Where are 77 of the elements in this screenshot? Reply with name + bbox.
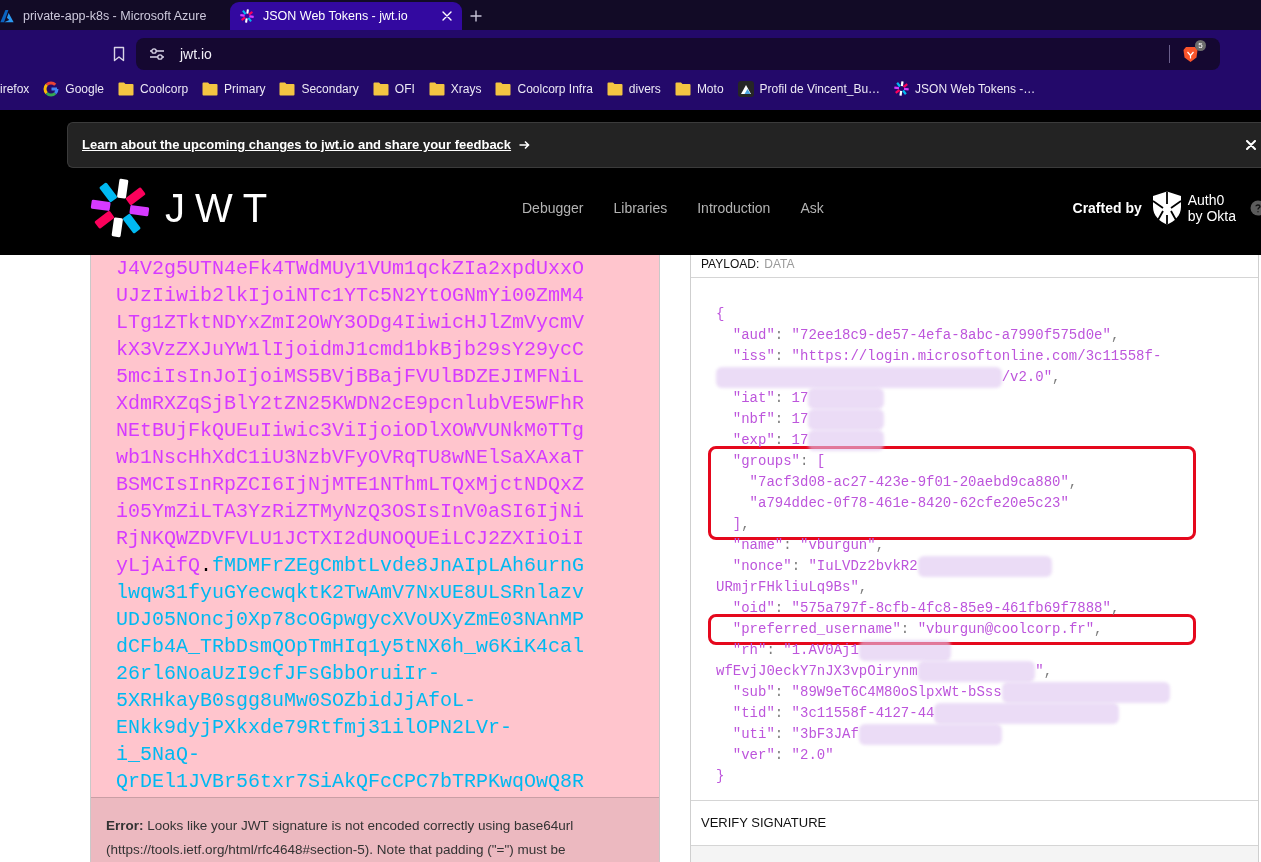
code-line: "exp": 17	[731, 431, 809, 450]
code-line: "nonce": "IuLVDz2bvkR2	[731, 557, 918, 576]
bookmark-item[interactable]: Coolcorp Infra	[495, 78, 593, 99]
bookmark-item[interactable]: JSON Web Tokens -…	[894, 78, 1036, 99]
announcement-link[interactable]: Learn about the upcoming changes to jwt.io and share your feedback	[82, 135, 531, 155]
logo-link[interactable]: JWT	[90, 178, 278, 238]
bookmark-item[interactable]: divers	[606, 78, 661, 99]
code-line: "uti": "3bF3JAf	[731, 725, 859, 744]
code-line: "a794ddec-0f78-461e-8420-62cfe20e5c23"	[748, 494, 1069, 513]
bookmark-item[interactable]: Xrays	[428, 78, 482, 99]
notification-badge: 5	[1195, 39, 1206, 51]
bookmark-item[interactable]: Primary	[202, 78, 266, 99]
code-line: "iss": "https://login.microsoftonline.com/3c11558f-	[731, 347, 1162, 366]
nav-link[interactable]: Libraries	[613, 197, 668, 219]
address-field[interactable]: jwt.io 5	[136, 38, 1220, 70]
code-line: }	[716, 767, 725, 786]
brand-text: Auth0	[1187, 192, 1226, 208]
folder-icon	[495, 81, 512, 96]
close-icon[interactable]	[442, 11, 452, 21]
code-line: "7acf3d08-ac27-423e-9f01-20aebd9ca880",	[748, 473, 1078, 492]
code-line: "name": "vburgun",	[731, 536, 885, 555]
pinwheel-icon	[894, 81, 910, 96]
nav-link[interactable]: Introduction	[697, 197, 771, 219]
bookmark-item[interactable]: irefox	[0, 78, 30, 99]
code-line: "groups": [	[731, 452, 826, 471]
mountain-tile-icon	[737, 80, 754, 97]
code-line: wfEvjJ0eckY7nJX3vpOirynm	[716, 662, 918, 681]
folder-icon	[372, 81, 389, 96]
crafted-by-label: Crafted by	[1072, 198, 1142, 218]
code-line: ],	[731, 515, 750, 534]
bookmark-item[interactable]: Moto	[674, 78, 724, 99]
code-line: "oid": "575a797f-8cfb-4fc8-85e9-461fb69f7888",	[731, 599, 1120, 618]
code-line: "nbf": 17	[731, 410, 809, 429]
shield-icon	[1151, 191, 1182, 225]
bookmark-item[interactable]: OFI	[372, 78, 415, 99]
folder-icon	[118, 81, 135, 96]
bookmark-item[interactable]: Google	[43, 78, 105, 99]
sliders-icon[interactable]	[150, 48, 164, 60]
folder-icon	[606, 81, 623, 96]
pinwheel-icon	[240, 9, 254, 23]
pinwheel-icon	[90, 178, 150, 238]
help-icon[interactable]	[1250, 200, 1261, 216]
folder-icon	[428, 81, 445, 96]
nav-link[interactable]: Ask	[800, 197, 824, 219]
code-line: "aud": "72ee18c9-de57-4efa-8abc-a7990f575d0e",	[731, 326, 1120, 345]
code-line: "preferred_username": "vburgun@coolcorp.fr",	[731, 620, 1103, 639]
folder-icon	[279, 81, 296, 96]
error-message: Error: Looks like your JWT signature is not encoded correctly using base64url (https://tools.ietf.org/html/rfc4648#section-5). Note that padding ("=") must be	[106, 817, 575, 859]
browser-tab[interactable]: private-app-k8s - Microsoft Azure	[0, 2, 222, 30]
code-line: /v2.0",	[1001, 368, 1061, 387]
nav-link[interactable]: Debugger	[522, 197, 584, 219]
code-line: "rh": "1.AV0Aj1	[731, 641, 859, 660]
code-line: URmjrFHkliuLq9Bs",	[716, 578, 868, 597]
section-subtitle: DATA	[764, 257, 795, 271]
code-line: "tid": "3c11558f-4127-44	[731, 704, 935, 723]
code-line: ",	[1035, 662, 1053, 681]
encoded-token: J4V2g5UTN4eFk4TWdMUy1VUm1qckZIa2xpdUxxO UJzIiwib2lkIjoiNTc1YTc5N2YtOGNmYi00ZmM4 LTg1ZTktNDYxZmI2OWY3ODg4IiwicHJlZmVycmV kX3VzZXJuYW1lIjoidmJ1cmd1bkBjb29sY29ycC 5mciIsInJoIjoiMS5BVjBBajFVUlBDZEJIMFNiL XdmRXZqSjBlY2tZN25KWDN2cE9pcnlubVE5WFhR NEtBUjFkQUEuIiwic3ViIjoiODlXOWVUNkM0TTg wb1NscHhXdC1iU3NzbVFyOVRqTU8wNElSaXAxaT BSMCIsInRpZCI6IjNjMTE1NThmLTQxMjctNDQxZ i05YmZiLTA3YzRiZTMyNzQ3OSIsInV0aSI6IjNi RjNKQWZDVFVLU1JCTXI2dUNOQUEiLCJ2ZXIiOiI yLjAifQ.fMDMFrZEgCmbtLvde8JnAIpLAh6urnG lwqw31fyuGYecwqktK2TwAmV7NxUE8ULSRnlazv UDJ05NOncj0Xp78cOGpwgycXVoUXyZmE03NAnMP dCFb4A_TRbDsmQOpTmHIq1y5tNX6h_w6KiK4cal 26rl6NoaUzI9cfJFsGbbOruiIr- 5XRHkayB0sgg8uMw0SOZbidJjAfoL- ENkk9dyjPXkxde79Rtfmj31ilOPN2LVr- i_5NaQ- QrDEl1JVBr56txr7SiAkQFcCPC7bTRPKwqOwQ8R	[116, 256, 586, 795]
folder-icon	[674, 81, 691, 96]
ring-icon	[43, 80, 60, 97]
bookmark-icon[interactable]	[113, 46, 125, 62]
browser-tab[interactable]: JSON Web Tokens - jwt.io	[230, 2, 462, 30]
folder-icon	[202, 81, 219, 96]
plus-icon[interactable]	[470, 10, 482, 22]
section-title: VERIFY SIGNATURE	[701, 814, 827, 833]
code-line: "ver": "2.0"	[731, 746, 834, 765]
code-line: {	[716, 305, 725, 324]
brand-text: by Okta	[1187, 208, 1236, 224]
code-line: "sub": "89W9eT6C4M80oSlpxWt-bSss	[731, 683, 1002, 702]
peak-icon	[0, 9, 14, 23]
section-title: PAYLOAD:	[701, 257, 760, 271]
shield-icon[interactable]	[1183, 45, 1198, 63]
arrow-right-icon	[519, 140, 531, 150]
bookmark-item[interactable]: Profil de Vincent_Bu…	[737, 78, 881, 99]
code-line: "iat": 17	[731, 389, 809, 408]
close-icon[interactable]	[1246, 140, 1256, 150]
bookmark-item[interactable]: Coolcorp	[118, 78, 189, 99]
bookmark-item[interactable]: Secondary	[279, 78, 359, 99]
